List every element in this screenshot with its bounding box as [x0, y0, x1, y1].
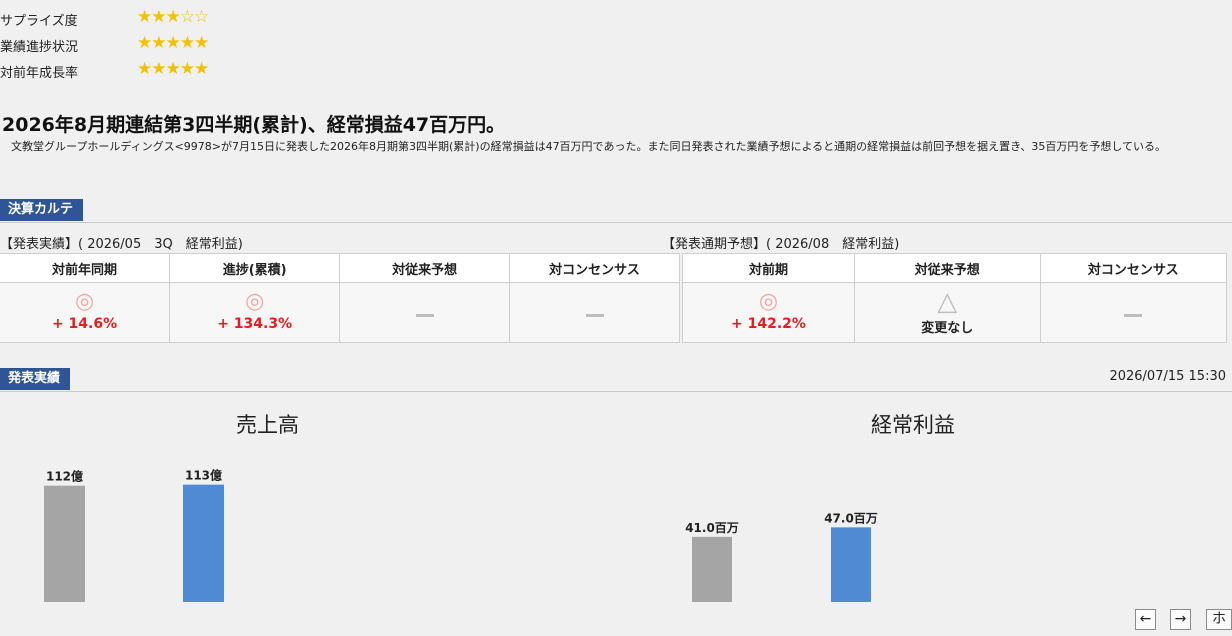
section-tab-results: 発表実績 — [0, 368, 71, 390]
bar-data-label: 41.0百万 — [685, 521, 739, 535]
karte-cell: ◎ + 134.3% — [169, 282, 341, 343]
chart-bar — [692, 536, 732, 602]
karte-right-table: 対前期 対従来予想 対コンセンサス ◎ + 142.2% △ 変更なし — [682, 253, 1227, 343]
section-divider — [0, 222, 1232, 223]
table-row: ◎ + 142.2% △ 変更なし — [682, 282, 1227, 343]
column-header: 対コンセンサス — [509, 253, 680, 283]
double-circle-icon: ◎ — [74, 289, 95, 314]
chart-bar — [831, 527, 871, 602]
cell-value: + 134.3% — [217, 316, 293, 332]
next-button[interactable]: → — [1170, 609, 1191, 630]
karte-left-table: 対前年同期 進捗(累積) 対従来予想 対コンセンサス ◎ + 14.6% ◎ +… — [0, 253, 680, 343]
headline: 2026年8月期連結第3四半期(累計)、経常損益47百万円。 — [2, 114, 506, 136]
karte-cell: △ 変更なし — [853, 282, 1041, 343]
karte-left-label: 【発表実績】( 2026/05 3Q 経常利益) — [0, 237, 243, 252]
column-header: 対コンセンサス — [1039, 253, 1227, 283]
chart-title-sales: 売上高 — [236, 413, 299, 437]
bar-data-label: 112億 — [46, 469, 83, 484]
column-header: 対前年同期 — [0, 253, 171, 283]
rating-progress: 業績進捗状況 ★★★★★ — [0, 32, 240, 58]
table-row: ◎ + 14.6% ◎ + 134.3% — [0, 282, 680, 343]
section-divider — [0, 391, 1232, 392]
dash-icon — [415, 314, 434, 317]
karte-cell — [1039, 282, 1227, 343]
cell-text: 変更なし — [921, 321, 974, 336]
karte-right-label: 【発表通期予想】( 2026/08 経常利益) — [662, 237, 900, 252]
karte-cell — [339, 282, 511, 343]
rating-label: 対前年成長率 — [0, 66, 79, 81]
dash-icon — [1124, 314, 1143, 317]
karte-cell: ◎ + 14.6% — [0, 282, 171, 343]
rating-label: サプライズ度 — [0, 14, 78, 29]
table-header-row: 対前年同期 進捗(累積) 対従来予想 対コンセンサス — [0, 253, 680, 283]
sales-bar-chart: 112億 113億 — [44, 468, 224, 602]
chart-bar — [44, 485, 85, 602]
column-header: 対従来予想 — [339, 253, 511, 283]
rating-growth: 対前年成長率 ★★★★★ — [0, 58, 240, 84]
table-header-row: 対前期 対従来予想 対コンセンサス — [682, 253, 1227, 283]
dash-icon — [585, 314, 604, 317]
chart-bar — [183, 484, 224, 602]
column-header: 対前期 — [682, 253, 855, 283]
ordinary-profit-bar-chart: 41.0百万 47.0百万 — [685, 511, 878, 602]
star-rating: ★★★☆☆ — [137, 7, 209, 27]
rating-surprise: サプライズ度 ★★★☆☆ — [0, 6, 240, 32]
column-header: 対従来予想 — [853, 253, 1041, 283]
double-circle-icon: ◎ — [758, 289, 779, 314]
home-button[interactable]: ホ — [1206, 609, 1232, 630]
double-circle-icon: ◎ — [245, 289, 265, 314]
triangle-icon: △ — [937, 287, 958, 317]
summary-text: 文教堂グループホールディングス<9978>が7月15日に発表した2026年8月期… — [0, 140, 1167, 153]
prev-button[interactable]: ← — [1135, 609, 1156, 630]
rating-label: 業績進捗状況 — [0, 40, 79, 55]
column-header: 進捗(累積) — [169, 253, 341, 283]
bar-data-label: 47.0百万 — [824, 511, 878, 525]
cell-value: + 14.6% — [51, 316, 118, 332]
results-timestamp: 2026/07/15 15:30 — [1109, 369, 1226, 384]
karte-cell — [509, 282, 680, 343]
karte-cell: ◎ + 142.2% — [682, 282, 855, 343]
bar-data-label: 113億 — [185, 468, 222, 483]
section-tab-karte: 決算カルテ — [0, 199, 84, 221]
cell-value: + 142.2% — [731, 316, 806, 332]
chart-title-ordinary-profit: 経常利益 — [871, 413, 955, 437]
star-rating: ★★★★★ — [137, 59, 209, 79]
star-rating: ★★★★★ — [137, 33, 209, 53]
